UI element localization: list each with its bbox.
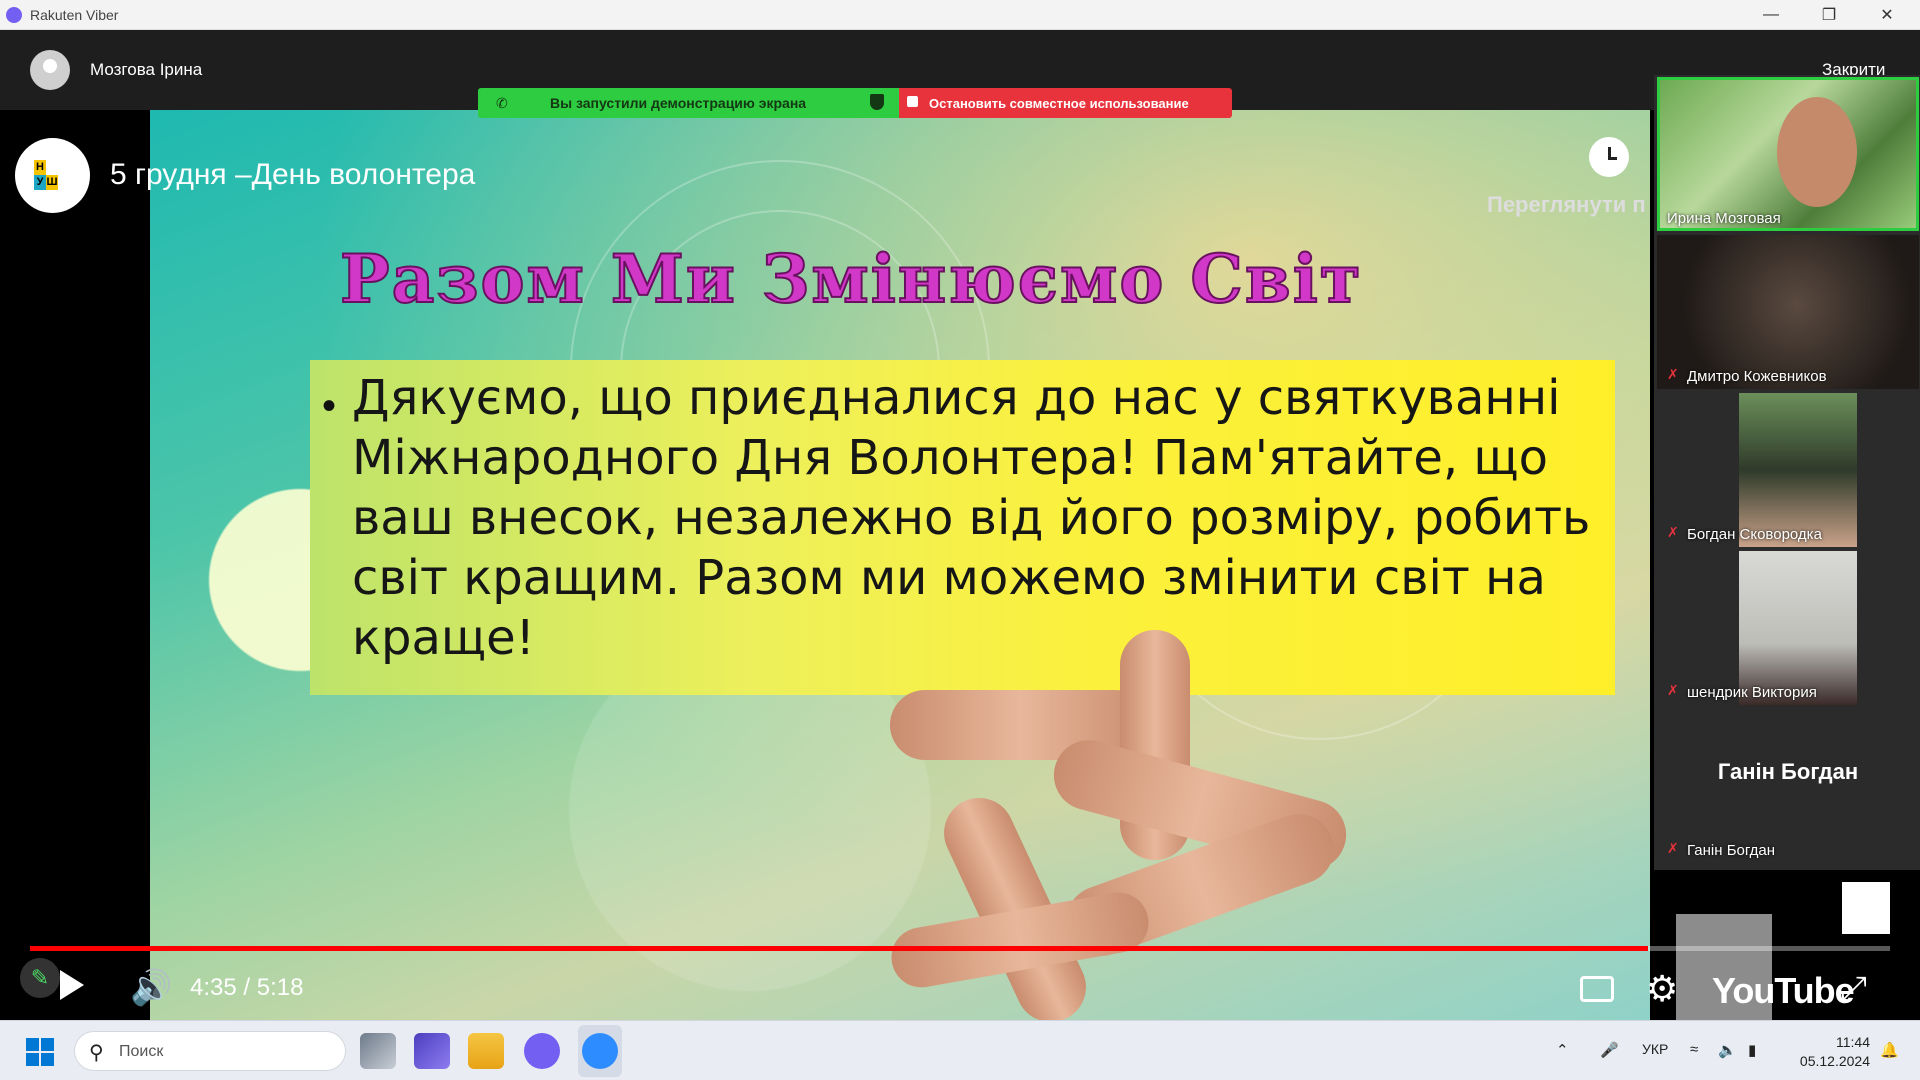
video-player[interactable]: Разом Ми Змінюємо Світ • Дякуємо, що при… [0,110,1920,1020]
gear-icon[interactable]: ⚙ [1646,968,1678,1010]
battery-icon[interactable]: ▮ [1748,1041,1756,1059]
notification-bell-icon[interactable]: 🔔 [1880,1041,1899,1059]
shield-icon [870,94,884,110]
stop-sharing-label: Остановить совместное использование [929,96,1189,111]
window-title: Rakuten Viber [30,6,119,23]
minimize-icon[interactable]: — [1742,0,1800,30]
system-clock[interactable]: 11:44 05.12.2024 [1790,1033,1870,1071]
screen-share-banner: ✆ Вы запустили демонстрацию экрана Остан… [478,88,1232,118]
progress-bar[interactable] [30,946,1890,951]
share-status: ✆ Вы запустили демонстрацию экрана [478,88,899,118]
restore-icon[interactable]: ❐ [1800,0,1858,30]
pencil-icon[interactable]: ✎ [20,958,60,998]
windows-start-icon[interactable] [26,1038,54,1066]
slide-body-text: Дякуємо, що приєдналися до нас у святкув… [352,370,1591,666]
clock-date: 05.12.2024 [1799,1053,1870,1069]
viber-app-icon [6,6,22,23]
search-input[interactable]: ⚲ Поиск [74,1031,346,1071]
presentation-slide: Разом Ми Змінюємо Світ • Дякуємо, що при… [150,110,1650,1020]
share-status-text: Вы запустили демонстрацию экрана [550,95,807,111]
wifi-icon[interactable]: ≈ [1690,1041,1698,1058]
participant-tile[interactable]: Ганін Богдан ✗ Ганін Богдан [1657,709,1919,863]
phone-icon: ✆ [496,95,508,111]
participants-panel: Ирина Мозговая ✗ Дмитро Кожевников ✗ Бог… [1654,75,1920,870]
stop-icon [907,96,918,107]
store-icon[interactable] [414,1033,450,1069]
exit-fullscreen-icon[interactable]: ⤢ [1840,970,1867,1009]
microphone-icon[interactable]: 🎤 [1600,1041,1619,1059]
participant-tile[interactable]: ✗ шендрик Виктория [1657,551,1919,705]
task-view-icon[interactable] [360,1033,396,1069]
participant-name: Богдан Сковородка [1687,526,1822,543]
watch-later-label[interactable]: Переглянути п [1487,192,1646,218]
language-indicator[interactable]: УКР [1642,1041,1668,1057]
stop-sharing-button[interactable]: Остановить совместное использование [899,88,1232,118]
mic-off-icon: ✗ [1667,366,1679,382]
screen: Rakuten Viber — ❐ ✕ Мозгова Ірина Закрит… [0,0,1920,1080]
participant-name: Ганін Богдан [1687,842,1776,859]
search-placeholder: Поиск [119,1043,164,1060]
volume-icon[interactable]: 🔊 [130,968,172,1008]
subtitles-icon[interactable] [1580,976,1614,1002]
channel-watermark[interactable] [1676,914,1772,1024]
participant-name: Дмитро Кожевников [1687,368,1827,385]
progress-fill [30,946,1649,951]
viber-taskbar-icon[interactable] [524,1033,560,1069]
caller-name: Мозгова Ірина [90,60,203,79]
mic-off-icon: ✗ [1667,840,1679,856]
participant-tile[interactable]: ✗ Богдан Сковородка [1657,393,1919,547]
channel-logo-mark: Н У Ш [34,160,70,190]
video-title[interactable]: 5 грудня –День волонтера [110,158,475,192]
avatar[interactable] [30,50,70,90]
speaker-icon[interactable]: 🔈 [1718,1041,1737,1059]
joined-hands-image [886,630,1354,1020]
file-explorer-icon[interactable] [468,1033,504,1069]
clock-time: 11:44 [1836,1034,1870,1050]
play-icon[interactable] [60,970,84,1000]
participant-name: шендрик Виктория [1687,684,1817,701]
participant-name: Ирина Мозговая [1667,210,1781,227]
close-icon[interactable]: ✕ [1858,0,1916,30]
channel-logo[interactable]: Н У Ш [15,138,90,213]
slide-heading: Разом Ми Змінюємо Світ [339,239,1363,319]
player-letterbox [0,110,150,1020]
mic-off-icon: ✗ [1667,682,1679,698]
participant-display-name: Ганін Богдан [1717,759,1859,784]
mic-off-icon: ✗ [1667,524,1679,540]
participant-tile[interactable]: Ирина Мозговая [1657,77,1919,231]
search-icon: ⚲ [89,1042,104,1064]
channel-logo-corner[interactable] [1842,882,1890,934]
chevron-up-icon[interactable]: ⌃ [1556,1041,1569,1059]
taskbar: ⚲ Поиск ⌃ 🎤 УКР ≈ 🔈 ▮ 11:44 05.12.2024 🔔 [0,1020,1920,1080]
zoom-taskbar-icon[interactable] [582,1033,618,1069]
bullet: • [322,384,337,428]
window-titlebar: Rakuten Viber — ❐ ✕ [0,0,1920,30]
participant-tile[interactable]: ✗ Дмитро Кожевников [1657,235,1919,389]
time-display: 4:35 / 5:18 [190,974,304,1001]
watch-later-icon[interactable] [1589,137,1629,177]
